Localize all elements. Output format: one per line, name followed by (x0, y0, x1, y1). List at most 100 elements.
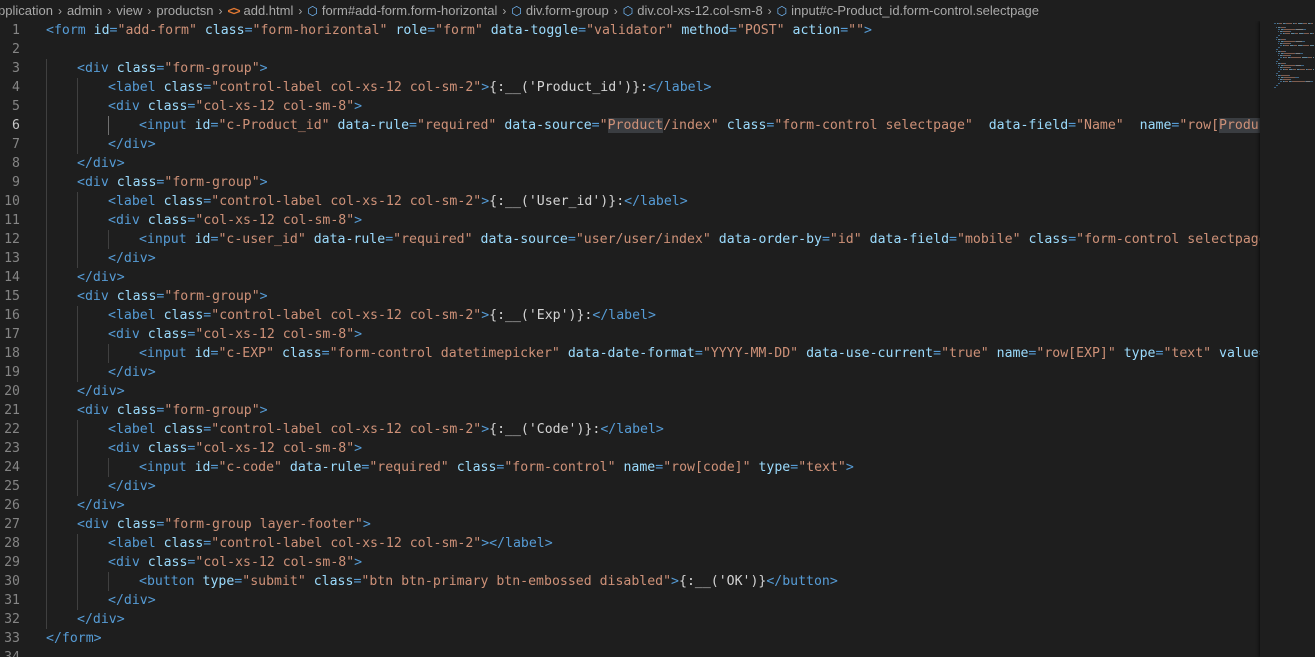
code-line[interactable]: 5 <div class="col-xs-12 col-sm-8"> (0, 97, 1260, 116)
code-token: = (109, 23, 118, 38)
code-line[interactable]: 23 <div class="col-xs-12 col-sm-8"> (0, 439, 1260, 458)
code-text: <form id="add-form" class="form-horizont… (46, 21, 872, 40)
line-number: 11 (4, 213, 20, 228)
code-token: "YYYY-MM-DD" (702, 346, 799, 361)
minimap-stroke (1313, 69, 1314, 70)
indent-guide (46, 97, 47, 116)
code-line[interactable]: 18 <input id="c-EXP" class="form-control … (0, 344, 1260, 363)
code-token: = (578, 23, 587, 38)
code-line[interactable]: 13 </div> (0, 249, 1260, 268)
code-text: <div class="col-xs-12 col-sm-8"> (108, 553, 362, 572)
code-token: <div (108, 327, 140, 342)
code-token: "form-control" (504, 460, 616, 475)
minimap-stroke (1276, 51, 1277, 52)
code-line[interactable]: 6 <input id="c-Product_id" data-rule="req… (0, 116, 1260, 135)
code-line[interactable]: 26 </div> (0, 496, 1260, 515)
code-line[interactable]: 15 <div class="form-group"> (0, 287, 1260, 306)
minimap-stroke (1278, 41, 1280, 42)
code-line[interactable]: 8 </div> (0, 154, 1260, 173)
code-token: <div (108, 213, 140, 228)
breadcrumb-item[interactable]: <> add.html (227, 3, 293, 18)
code-token: <label (108, 308, 156, 323)
code-token: > (259, 61, 268, 76)
symbol-cube-icon: ⬡ (776, 3, 788, 18)
code-line[interactable]: 10 <label class="control-label col-xs-12 … (0, 192, 1260, 211)
code-token: {:__('User_id')}: (489, 194, 625, 209)
minimap-stroke (1292, 81, 1305, 82)
code-line[interactable]: 30 <button type="submit" class="btn btn-p… (0, 572, 1260, 591)
indent-guide (46, 135, 47, 154)
line-number: 34 (0, 648, 20, 657)
line-number: 29 (4, 555, 20, 570)
code-line[interactable]: 9 <div class="form-group"> (0, 173, 1260, 192)
indent-guide (46, 173, 47, 192)
minimap-stroke (1284, 41, 1295, 42)
breadcrumb-item[interactable]: ⬡ input#c-Product_id.form-control.selectp… (777, 3, 1039, 18)
code-line[interactable]: 3 <div class="form-group"> (0, 59, 1260, 78)
line-number: 6 (12, 118, 20, 133)
indent-guide (46, 439, 47, 458)
minimap[interactable] (1260, 21, 1315, 657)
breadcrumb-item[interactable]: ⬡ div.col-xs-12.col-sm-8 (623, 3, 763, 18)
minimap-stroke (1286, 23, 1292, 24)
code-token: > (354, 555, 363, 570)
minimap-stroke (1290, 79, 1291, 80)
code-token: <div (108, 441, 140, 456)
code-line[interactable]: 28 <label class="control-label col-xs-12 … (0, 534, 1260, 553)
minimap-stroke (1280, 69, 1282, 70)
code-line[interactable]: 16 <label class="control-label col-xs-12 … (0, 306, 1260, 325)
code-line[interactable]: 31 </div> (0, 591, 1260, 610)
code-line[interactable]: 32 </div> (0, 610, 1260, 629)
code-line[interactable]: 27 <div class="form-group layer-footer"> (0, 515, 1260, 534)
code-line[interactable]: 17 <div class="col-xs-12 col-sm-8"> (0, 325, 1260, 344)
code-token: data-rule (313, 232, 386, 247)
code-line[interactable]: 20 </div> (0, 382, 1260, 401)
code-token: > (864, 23, 872, 38)
breadcrumb-item[interactable]: ⬡ form#add-form.form-horizontal (307, 3, 497, 18)
code-token: </div> (108, 593, 156, 608)
code-line[interactable]: 7 </div> (0, 135, 1260, 154)
code-line[interactable]: 21 <div class="form-group"> (0, 401, 1260, 420)
indent-guide (46, 192, 47, 211)
code-token: > (259, 175, 268, 190)
breadcrumb-item[interactable]: ⬡ div.form-group (511, 3, 608, 18)
code-line[interactable]: 22 <label class="control-label col-xs-12 … (0, 420, 1260, 439)
code-line[interactable]: 25 </div> (0, 477, 1260, 496)
code-token: = (321, 346, 330, 361)
line-number: 27 (4, 517, 20, 532)
code-line[interactable]: 11 <div class="col-xs-12 col-sm-8"> (0, 211, 1260, 230)
code-line[interactable]: 2 (0, 40, 1260, 59)
code-line[interactable]: 12 <input id="c-user_id" data-rule="requi… (0, 230, 1260, 249)
breadcrumb-item[interactable]: view (116, 3, 142, 18)
code-token: "POST" (736, 23, 785, 38)
indent-guide (77, 325, 78, 344)
minimap-stroke (1285, 39, 1286, 40)
code-line[interactable]: 33 </form> (0, 629, 1260, 648)
breadcrumb-item[interactable]: pplication (0, 3, 53, 18)
code-token: class (456, 460, 497, 475)
code-line[interactable]: 14 </div> (0, 268, 1260, 287)
breadcrumb-item[interactable]: productsn (156, 3, 213, 18)
code-token: name (996, 346, 1029, 361)
code-area[interactable]: 1 <form id="add-form" class="form-horizon… (0, 21, 1260, 657)
code-line[interactable]: 19 </div> (0, 363, 1260, 382)
indent-guide (46, 154, 47, 173)
code-editor[interactable]: 1 <form id="add-form" class="form-horizon… (0, 21, 1315, 657)
code-line[interactable]: 4 <label class="control-label col-xs-12 c… (0, 78, 1260, 97)
code-line[interactable]: 1 <form id="add-form" class="form-horizon… (0, 21, 1260, 40)
minimap-stroke (1279, 23, 1282, 24)
minimap-stroke (1278, 59, 1280, 60)
code-token: method (681, 23, 729, 38)
code-token: data-rule (337, 118, 410, 133)
code-line[interactable]: 29 <div class="col-xs-12 col-sm-8"> (0, 553, 1260, 572)
breadcrumb-item[interactable]: admin (67, 3, 102, 18)
code-line[interactable]: 24 <input id = "c-code" data-rule = "required… (0, 458, 1260, 477)
code-line[interactable]: 34 (0, 648, 1260, 657)
minimap-stroke (1274, 23, 1276, 24)
